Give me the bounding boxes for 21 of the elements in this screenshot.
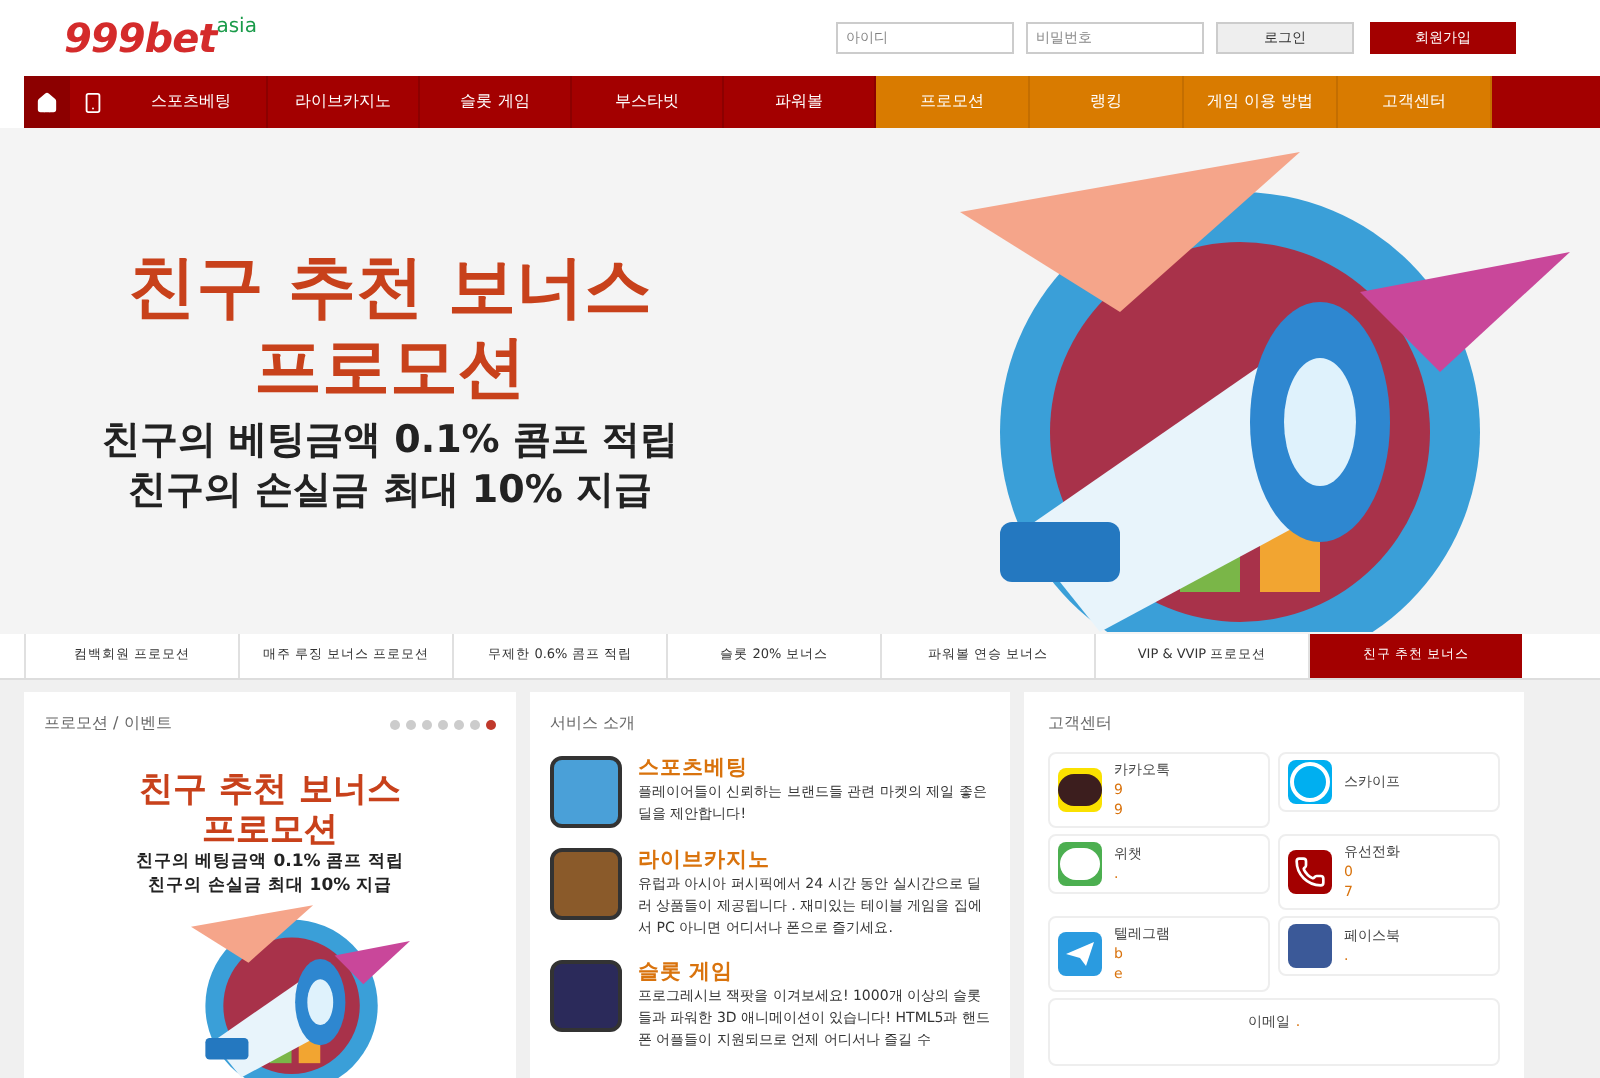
banner-subtitle: 친구의 손실금 최대 10% 지급	[128, 465, 652, 515]
home-icon	[36, 91, 58, 113]
card-heading: 프로모션 / 이벤트	[44, 712, 172, 736]
banner-title: 친구 추천 보너스	[128, 247, 652, 327]
photo-placeholder	[550, 848, 622, 920]
photo-placeholder	[550, 960, 622, 1032]
card-heading: 서비스 소개	[550, 712, 638, 736]
chat-bubble-icon	[1058, 768, 1102, 812]
promo-title: 친구 추천 보너스	[139, 770, 401, 811]
paper-plane-icon	[1058, 932, 1102, 976]
banner-title: 프로모션	[254, 327, 526, 407]
home-button[interactable]	[24, 76, 70, 128]
promo-subtitle: 친구의 손실금 최대 10% 지급	[147, 874, 393, 899]
chat-bubbles-icon	[1058, 842, 1102, 886]
promo-subtitle: 친구의 베팅금액 0.1% 콤프 적립	[135, 850, 405, 875]
promo-title: 프로모션	[202, 810, 338, 851]
banner-subtitle: 친구의 베팅금액 0.1% 콤프 적립	[101, 415, 679, 465]
phone-icon	[1288, 850, 1332, 894]
photo-placeholder	[550, 756, 622, 828]
card-heading: 고객센터	[1048, 712, 1114, 736]
smartphone-icon	[82, 91, 104, 113]
